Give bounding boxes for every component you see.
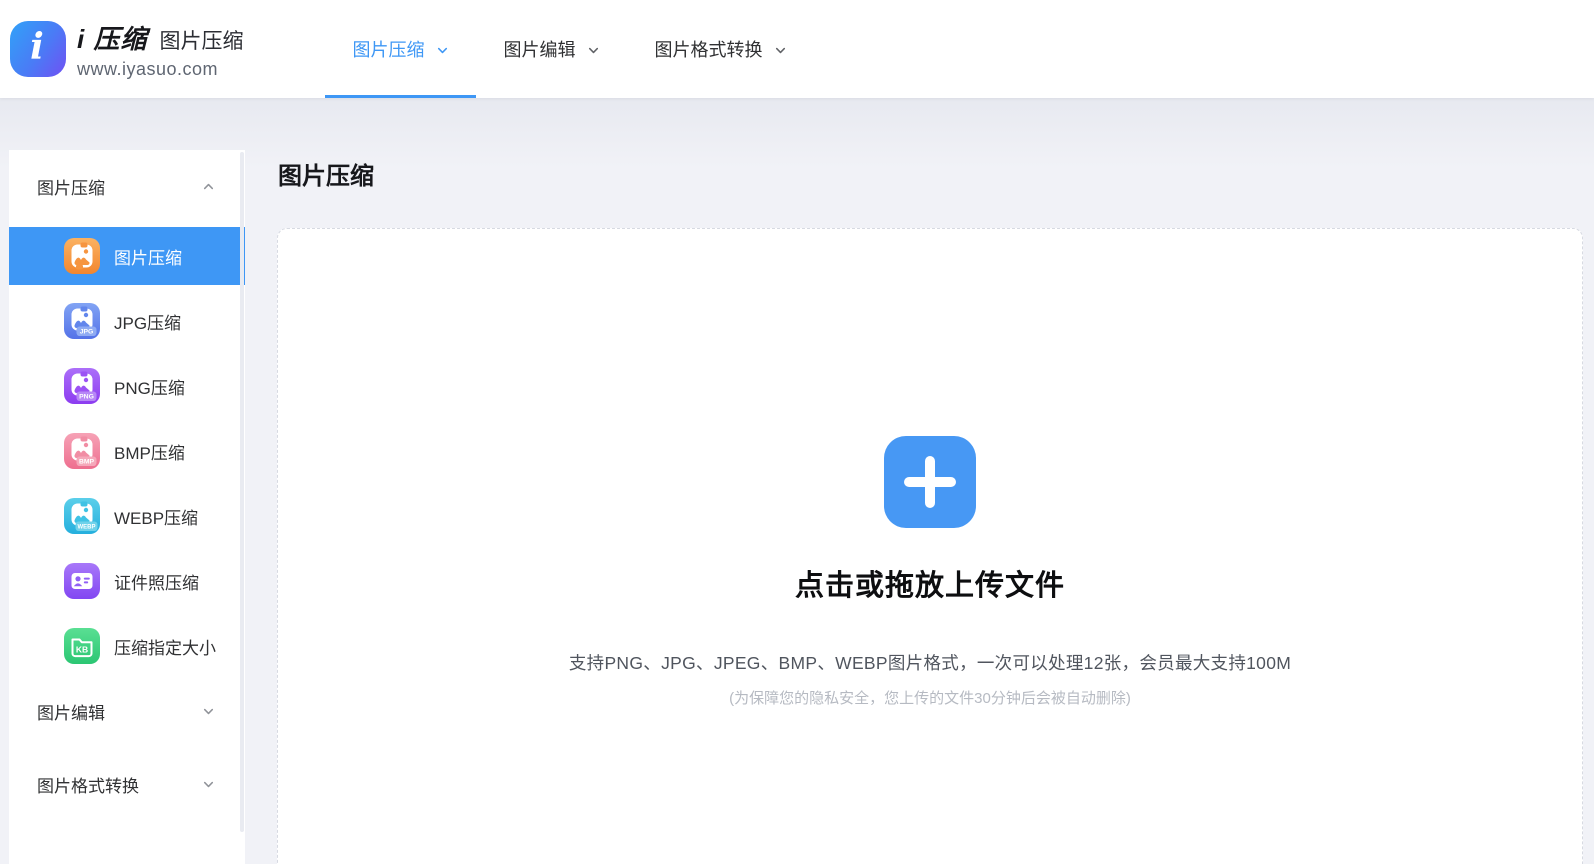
sidebar-item-png-compress[interactable]: PNG PNG压缩 bbox=[9, 357, 245, 415]
icon-badge-text: PNG bbox=[79, 394, 94, 401]
brand-logo-icon: i bbox=[10, 21, 66, 77]
chevron-down-icon bbox=[202, 778, 215, 791]
brand-name: i 压缩 bbox=[77, 19, 147, 56]
sidebar-item-label: JPG压缩 bbox=[114, 309, 181, 334]
icon-badge-text: BMP bbox=[79, 459, 95, 466]
upload-dropzone[interactable]: 点击或拖放上传文件 支持PNG、JPG、JPEG、BMP、WEBP图片格式，一次… bbox=[277, 228, 1583, 864]
sidebar-scrollbar[interactable] bbox=[240, 152, 244, 832]
nav-item-format-convert[interactable]: 图片格式转换 bbox=[627, 0, 814, 98]
brand-suffix: 图片压缩 bbox=[159, 25, 243, 55]
icon-badge-text: JPG bbox=[80, 329, 94, 336]
sidebar-section-image-edit[interactable]: 图片编辑 bbox=[9, 683, 245, 739]
upload-plus-button[interactable] bbox=[884, 436, 976, 528]
jpg-compress-icon: JPG bbox=[64, 303, 100, 339]
nav-item-label: 图片压缩 bbox=[352, 36, 424, 62]
sidebar-item-label: 压缩指定大小 bbox=[114, 634, 216, 659]
nav-item-image-compress[interactable]: 图片压缩 bbox=[325, 0, 476, 98]
upload-hint: 支持PNG、JPG、JPEG、BMP、WEBP图片格式，一次可以处理12张，会员… bbox=[569, 650, 1291, 675]
brand-logo-letter: i bbox=[30, 29, 44, 65]
sidebar-section-format-convert[interactable]: 图片格式转换 bbox=[9, 756, 245, 812]
image-compress-icon bbox=[64, 238, 100, 274]
chevron-down-icon bbox=[587, 44, 600, 57]
sidebar-item-label: WEBP压缩 bbox=[114, 504, 198, 529]
sidebar-item-label: PNG压缩 bbox=[114, 374, 185, 399]
chevron-down-icon bbox=[202, 705, 215, 718]
bmp-compress-icon: BMP bbox=[64, 433, 100, 469]
kb-size-icon: KB bbox=[64, 628, 100, 664]
brand-domain: www.iyasuo.com bbox=[77, 59, 243, 80]
sidebar-section-image-compress[interactable]: 图片压缩 bbox=[9, 158, 245, 214]
chevron-up-icon bbox=[202, 180, 215, 193]
nav-item-label: 图片编辑 bbox=[503, 36, 575, 62]
upload-title: 点击或拖放上传文件 bbox=[795, 562, 1065, 604]
sidebar-item-label: 图片压缩 bbox=[114, 244, 182, 269]
nav-item-label: 图片格式转换 bbox=[654, 36, 762, 62]
icon-badge-text: WEBP bbox=[78, 525, 96, 531]
sidebar: 图片压缩 bbox=[9, 150, 245, 864]
webp-compress-icon: WEBP bbox=[64, 498, 100, 534]
header: i i 压缩 图片压缩 www.iyasuo.com 图片压缩 图片编辑 图片格… bbox=[0, 0, 1594, 98]
icon-badge-text: KB bbox=[76, 645, 88, 655]
sidebar-section-label: 图片格式转换 bbox=[37, 772, 139, 797]
brand-logo-block[interactable]: i i 压缩 图片压缩 www.iyasuo.com bbox=[10, 19, 243, 80]
png-compress-icon: PNG bbox=[64, 368, 100, 404]
upload-privacy-note: (为保障您的隐私安全，您上传的文件30分钟后会被自动删除) bbox=[729, 687, 1131, 708]
chevron-down-icon bbox=[436, 44, 449, 57]
sidebar-item-bmp-compress[interactable]: BMP BMP压缩 bbox=[9, 422, 245, 480]
sidebar-item-label: BMP压缩 bbox=[114, 439, 185, 464]
page-title: 图片压缩 bbox=[278, 156, 374, 191]
sidebar-section-label: 图片编辑 bbox=[37, 699, 105, 724]
sidebar-item-image-compress[interactable]: 图片压缩 bbox=[9, 227, 245, 285]
sidebar-item-jpg-compress[interactable]: JPG JPG压缩 bbox=[9, 292, 245, 350]
id-photo-icon bbox=[64, 563, 100, 599]
sidebar-item-list: 图片压缩 JPG JPG bbox=[9, 227, 245, 675]
top-nav: 图片压缩 图片编辑 图片格式转换 bbox=[325, 0, 814, 98]
brand-text: i 压缩 图片压缩 www.iyasuo.com bbox=[77, 19, 243, 80]
sidebar-item-webp-compress[interactable]: WEBP WEBP压缩 bbox=[9, 487, 245, 545]
sidebar-item-id-photo-compress[interactable]: 证件照压缩 bbox=[9, 552, 245, 610]
sidebar-section-label: 图片压缩 bbox=[37, 174, 105, 199]
nav-item-image-edit[interactable]: 图片编辑 bbox=[476, 0, 627, 98]
main-area: 图片压缩 bbox=[0, 98, 1594, 864]
sidebar-item-label: 证件照压缩 bbox=[114, 569, 199, 594]
sidebar-item-compress-to-size[interactable]: KB 压缩指定大小 bbox=[9, 617, 245, 675]
chevron-down-icon bbox=[774, 44, 787, 57]
